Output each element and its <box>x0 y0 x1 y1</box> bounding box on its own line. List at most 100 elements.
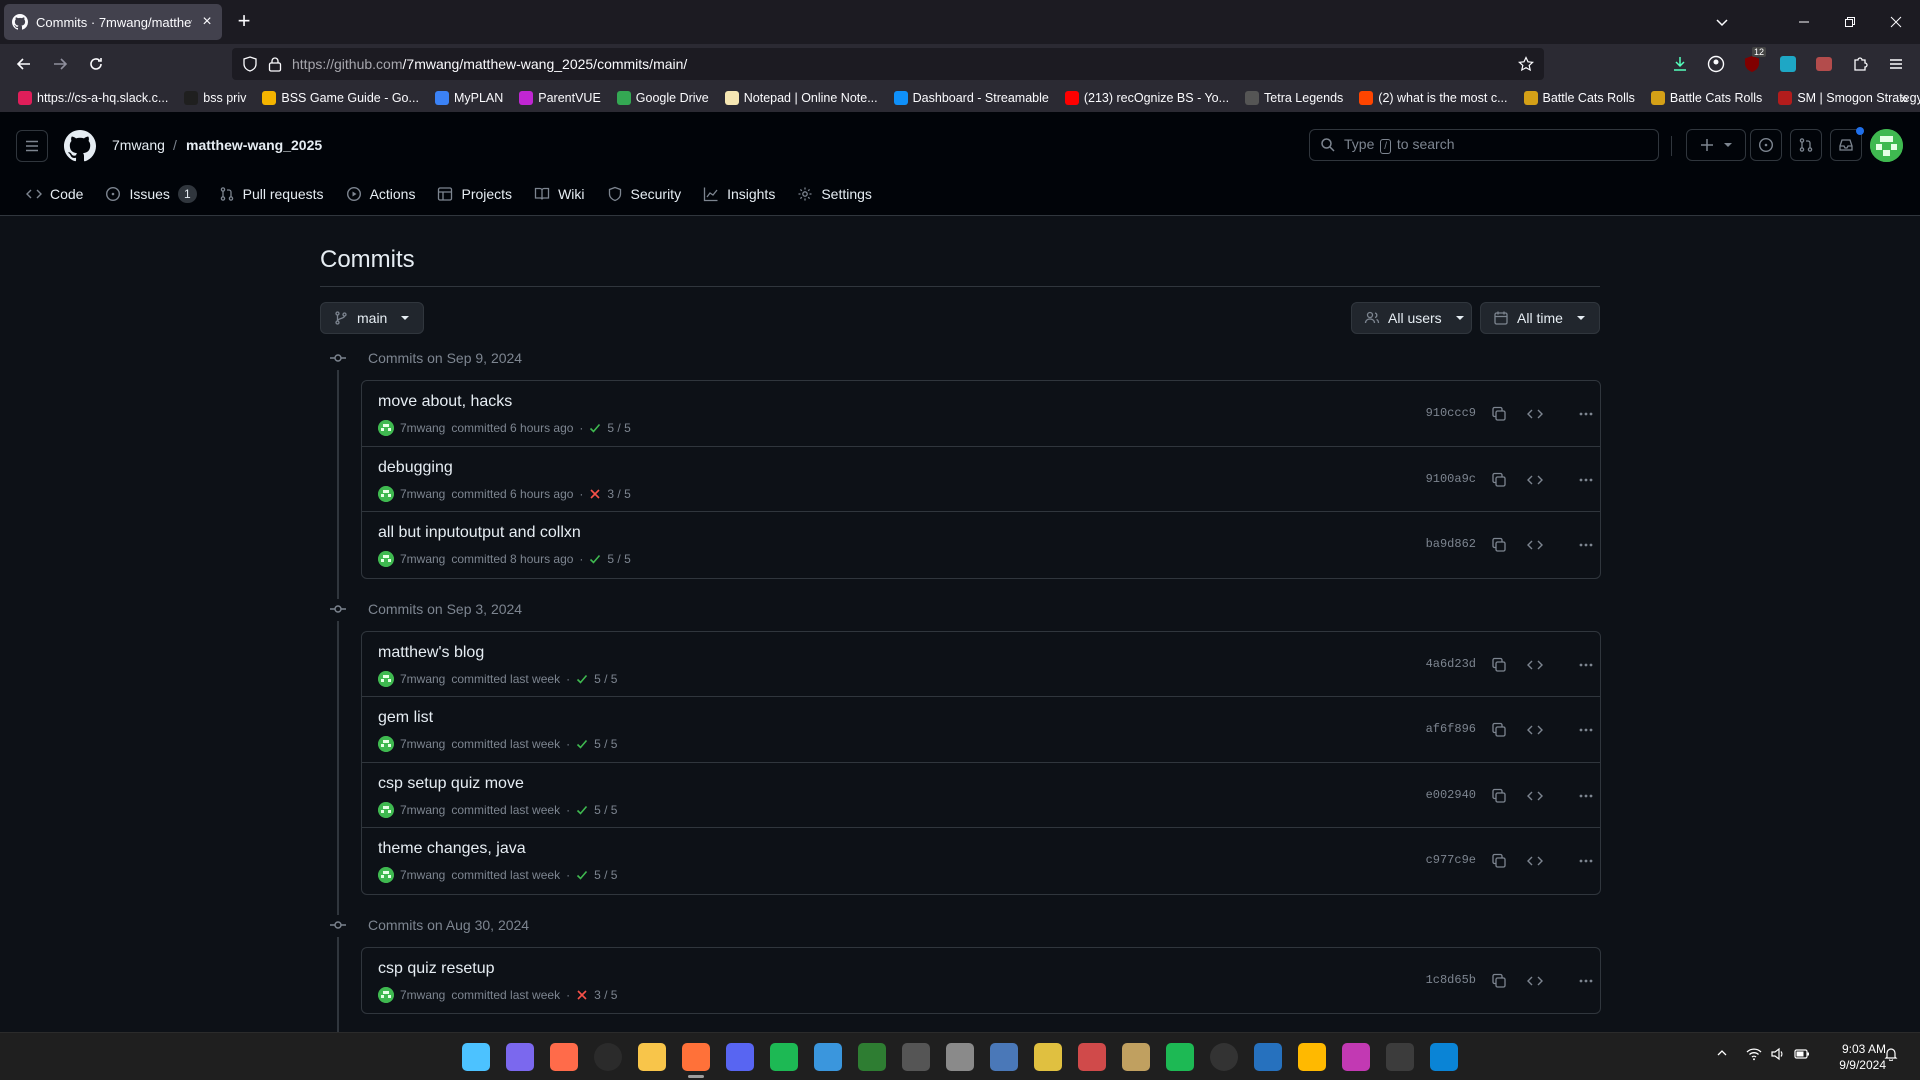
bookmark-item[interactable]: ParentVUE <box>511 86 609 110</box>
x-icon[interactable] <box>589 488 601 500</box>
app-icon[interactable] <box>1034 1043 1062 1071</box>
more-options-icon[interactable] <box>1572 847 1600 875</box>
repo-name-link[interactable]: matthew-wang_2025 <box>186 137 322 153</box>
commit-author-link[interactable]: 7mwang <box>400 421 445 435</box>
powershell-icon[interactable] <box>1254 1043 1282 1071</box>
author-avatar[interactable] <box>378 551 394 567</box>
author-avatar[interactable] <box>378 670 394 687</box>
copy-icon[interactable] <box>1485 782 1513 810</box>
check-icon[interactable] <box>589 422 601 434</box>
tab-actions[interactable]: Actions <box>336 178 426 210</box>
tab-code[interactable]: Code <box>16 178 93 210</box>
copy-icon[interactable] <box>1485 967 1513 995</box>
commit-row[interactable]: matthew's blog 7mwang committed last week ·… <box>362 632 1600 697</box>
commit-title-link[interactable]: all but inputoutput and collxn <box>378 524 581 542</box>
author-avatar[interactable] <box>378 485 394 502</box>
vscode-icon[interactable] <box>1430 1043 1458 1071</box>
time-filter-button[interactable]: All time <box>1480 302 1600 334</box>
commit-title-link[interactable]: theme changes, java <box>378 840 526 858</box>
more-options-icon[interactable] <box>1572 466 1600 494</box>
copy-icon[interactable] <box>1485 716 1513 744</box>
check-icon[interactable] <box>576 869 588 881</box>
minimize-icon[interactable] <box>1790 8 1818 36</box>
commit-sha-link[interactable]: 4a6d23d <box>1400 657 1476 671</box>
commit-row[interactable]: csp quiz resetup 7mwang committed last wee… <box>362 948 1600 1014</box>
commit-author-link[interactable]: 7mwang <box>400 988 445 1002</box>
bookmark-item[interactable]: bss priv <box>176 86 254 110</box>
app-icon[interactable] <box>990 1043 1018 1071</box>
author-avatar[interactable] <box>378 867 394 883</box>
author-avatar[interactable] <box>378 986 394 1003</box>
commit-sha-link[interactable]: c977c9e <box>1400 853 1476 867</box>
issues-button[interactable] <box>1750 129 1782 161</box>
commit-author-link[interactable]: 7mwang <box>400 803 445 817</box>
bookmark-star-icon[interactable] <box>1518 56 1534 72</box>
url-bar[interactable]: https://github.com/7mwang/matthew-wang_2… <box>232 48 1544 80</box>
tab-security[interactable]: Security <box>597 178 692 210</box>
commit-row[interactable]: gem list 7mwang committed last week · 5 / 5 a… <box>362 697 1600 763</box>
extension-icon[interactable] <box>1774 50 1802 78</box>
bookmark-item[interactable]: Battle Cats Rolls <box>1516 86 1643 110</box>
commit-row[interactable]: theme changes, java 7mwang committed last … <box>362 828 1600 894</box>
create-new-button[interactable] <box>1686 129 1746 161</box>
check-icon[interactable] <box>589 553 601 565</box>
commit-title-link[interactable]: csp quiz resetup <box>378 960 495 978</box>
copy-icon[interactable] <box>1485 651 1513 679</box>
browse-code-icon[interactable] <box>1521 531 1549 559</box>
more-options-icon[interactable] <box>1572 716 1600 744</box>
pull-requests-button[interactable] <box>1790 129 1822 161</box>
app-icon[interactable] <box>1342 1043 1370 1071</box>
check-icon[interactable] <box>576 804 588 816</box>
browse-code-icon[interactable] <box>1521 651 1549 679</box>
commit-title-link[interactable]: csp setup quiz move <box>378 775 524 793</box>
commit-author-link[interactable]: 7mwang <box>400 552 445 566</box>
commit-row[interactable]: csp setup quiz move 7mwang committed last … <box>362 763 1600 828</box>
commit-sha-link[interactable]: af6f896 <box>1400 722 1476 736</box>
restore-icon[interactable] <box>1836 8 1864 36</box>
user-avatar[interactable] <box>1870 129 1903 162</box>
app-icon[interactable] <box>1078 1043 1106 1071</box>
check-count[interactable]: 5 / 5 <box>607 552 630 566</box>
commit-title-link[interactable]: matthew's blog <box>378 644 484 662</box>
author-avatar[interactable] <box>378 801 394 818</box>
bookmark-item[interactable]: https://cs-a-hq.slack.c... <box>10 86 176 110</box>
more-options-icon[interactable] <box>1572 531 1600 559</box>
repo-owner-link[interactable]: 7mwang <box>112 137 165 153</box>
list-all-tabs-icon[interactable] <box>1708 8 1736 36</box>
commit-author-link[interactable]: 7mwang <box>400 672 445 686</box>
browse-code-icon[interactable] <box>1521 716 1549 744</box>
author-avatar[interactable] <box>378 736 394 752</box>
more-options-icon[interactable] <box>1572 782 1600 810</box>
close-window-icon[interactable] <box>1882 8 1910 36</box>
threads-icon[interactable] <box>594 1043 622 1071</box>
copilot-icon[interactable] <box>506 1043 534 1071</box>
commit-sha-link[interactable]: 910ccc9 <box>1400 406 1476 420</box>
downloads-icon[interactable] <box>1666 50 1694 78</box>
more-options-icon[interactable] <box>1572 400 1600 428</box>
more-options-icon[interactable] <box>1572 651 1600 679</box>
bookmark-item[interactable]: Google Drive <box>609 86 717 110</box>
bookmark-item[interactable]: (213) recOgnize BS - Yo... <box>1057 86 1237 110</box>
tab-insights[interactable]: Insights <box>693 178 785 210</box>
tab-settings[interactable]: Settings <box>787 178 882 210</box>
browse-code-icon[interactable] <box>1521 782 1549 810</box>
bookmark-item[interactable]: (2) what is the most c... <box>1351 86 1515 110</box>
copy-icon[interactable] <box>1485 466 1513 494</box>
browse-code-icon[interactable] <box>1521 847 1549 875</box>
search-input[interactable]: Type / to search <box>1309 129 1659 161</box>
app-icon[interactable] <box>1298 1043 1326 1071</box>
app-icon[interactable] <box>858 1043 886 1071</box>
commit-sha-link[interactable]: 9100a9c <box>1400 472 1476 486</box>
browse-code-icon[interactable] <box>1521 400 1549 428</box>
bookmark-item[interactable]: Tetra Legends <box>1237 86 1351 110</box>
users-filter-button[interactable]: All users <box>1351 302 1472 334</box>
more-bookmarks-icon[interactable]: » <box>1900 90 1908 106</box>
commit-author-link[interactable]: 7mwang <box>400 737 445 751</box>
commit-title-link[interactable]: move about, hacks <box>378 393 512 411</box>
copy-icon[interactable] <box>1485 400 1513 428</box>
check-count[interactable]: 5 / 5 <box>594 737 617 751</box>
app-icon[interactable] <box>902 1043 930 1071</box>
more-options-icon[interactable] <box>1572 967 1600 995</box>
commit-author-link[interactable]: 7mwang <box>400 487 445 501</box>
spotify-icon[interactable] <box>770 1043 798 1071</box>
